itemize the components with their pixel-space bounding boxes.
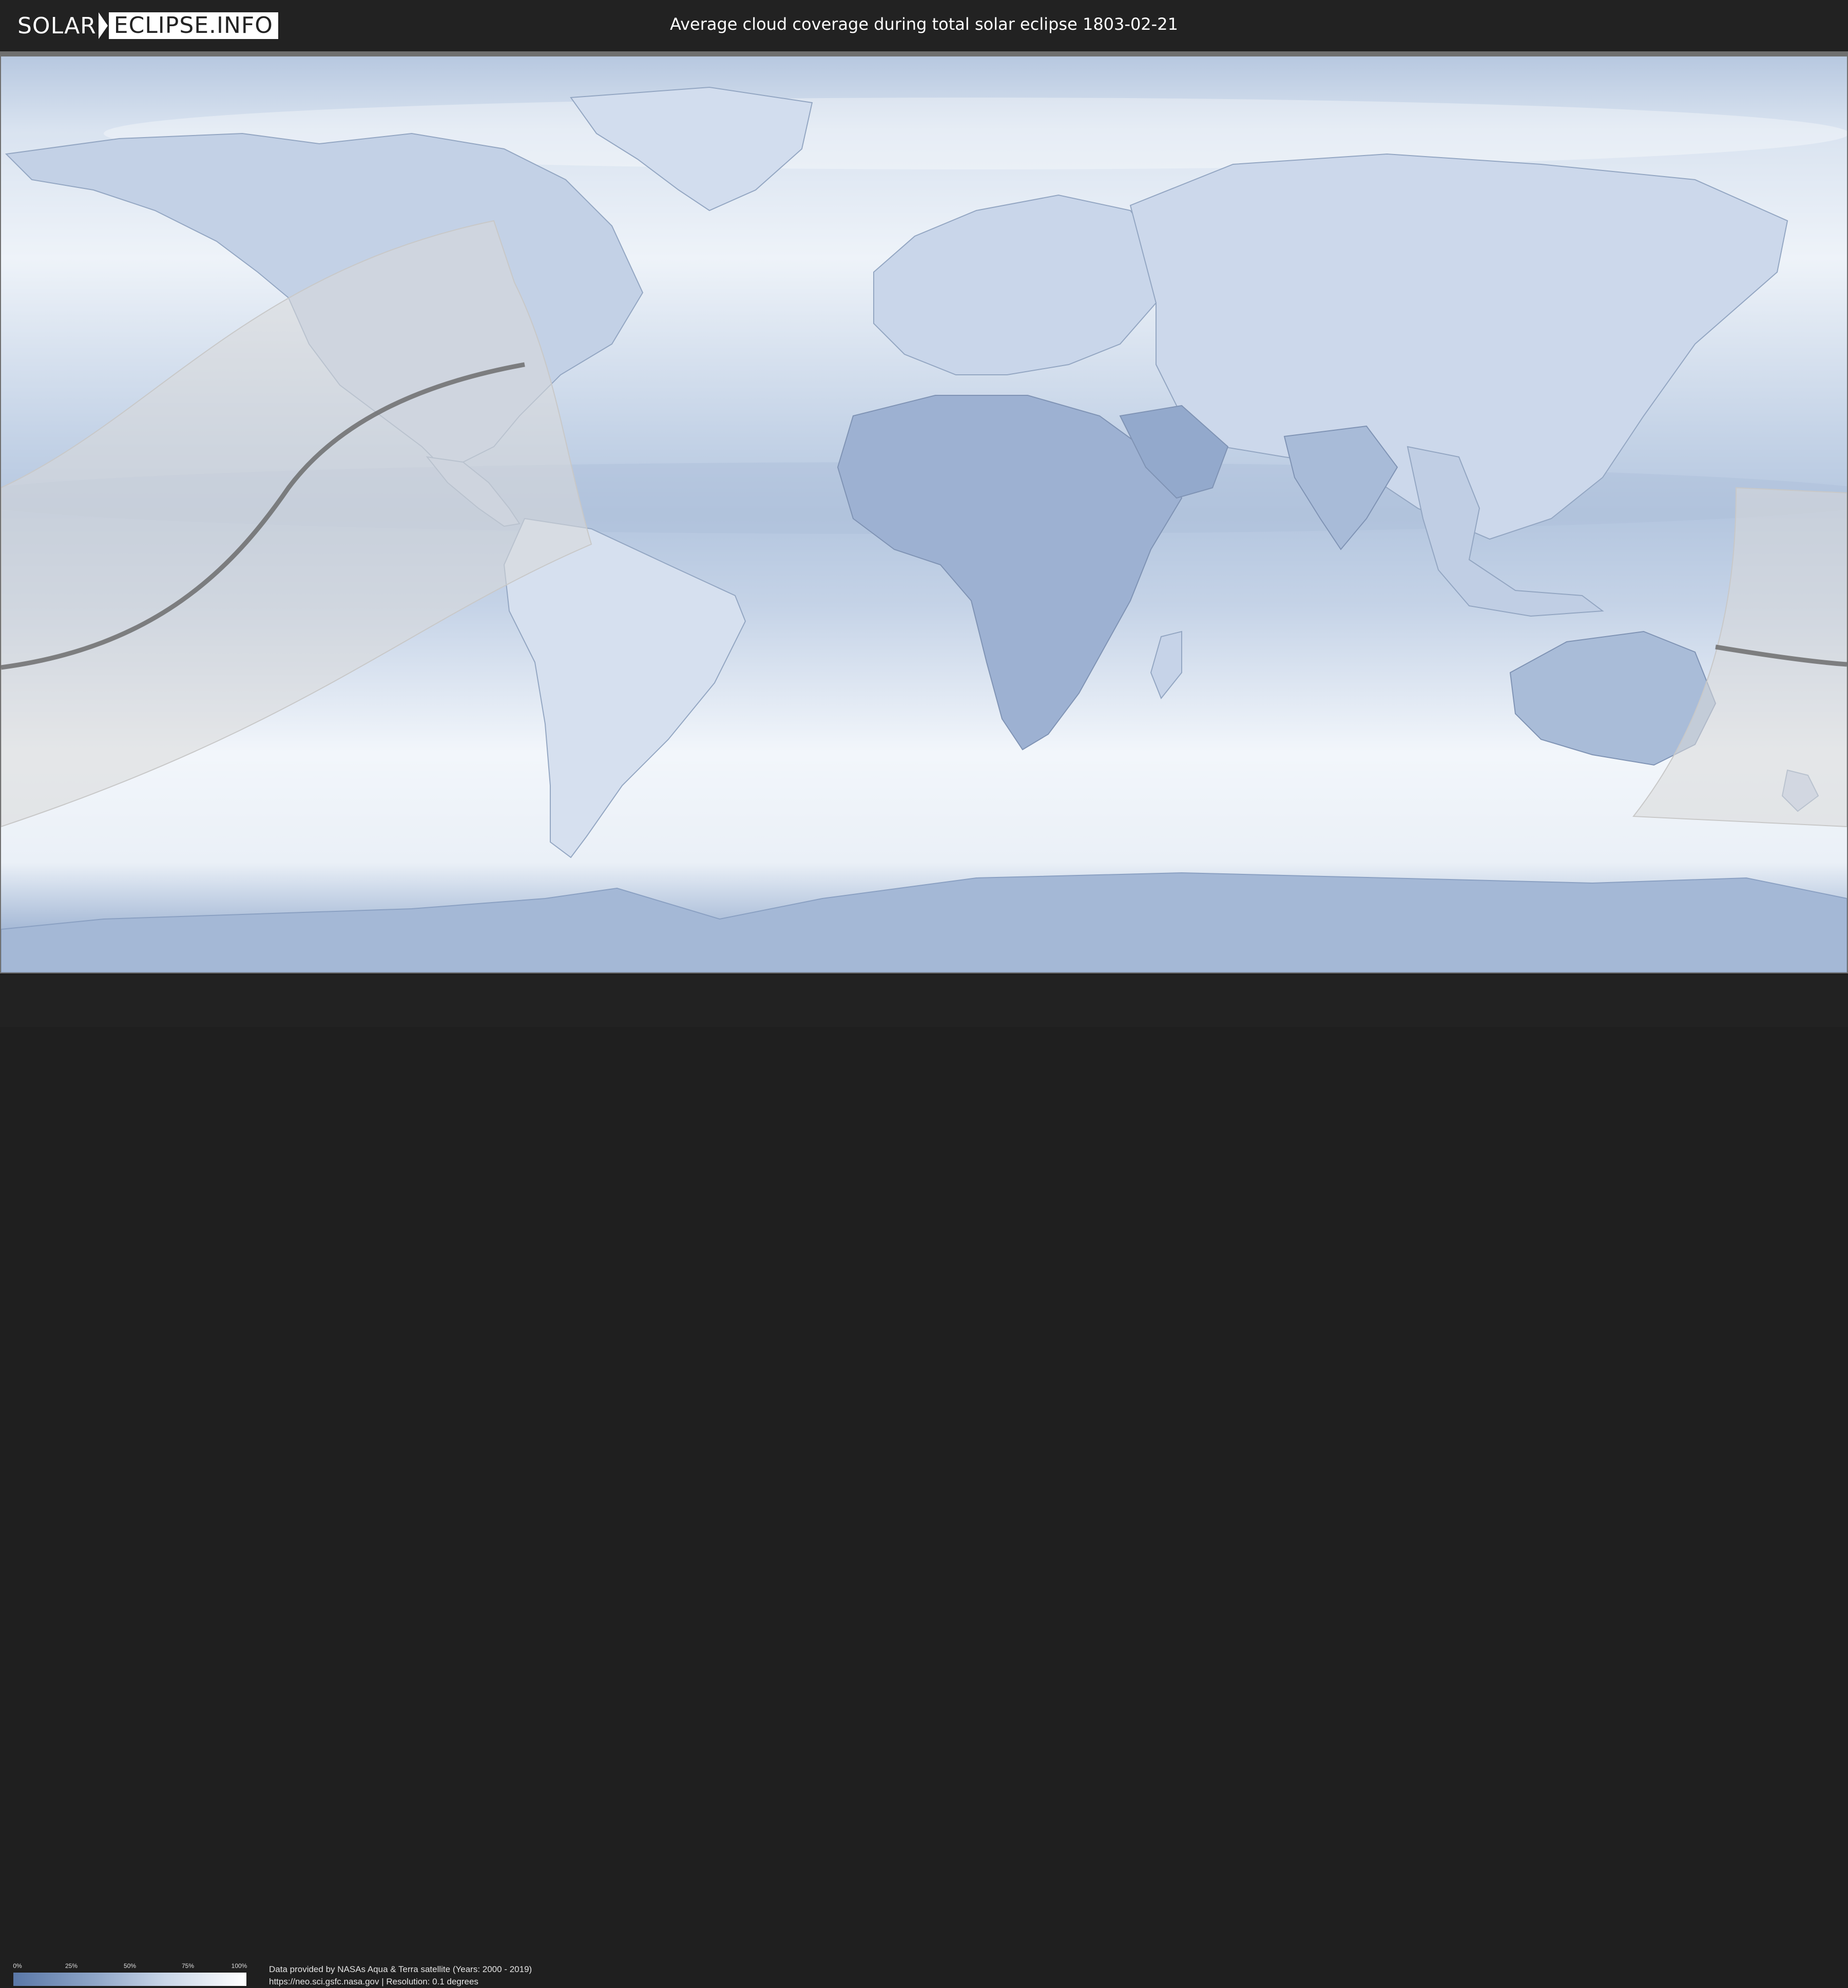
legend-tick-100: 100% <box>231 1962 247 1970</box>
legend-tick-25: 25% <box>65 1962 78 1970</box>
header-bar: SOLAR ECLIPSE.INFO Average cloud coverag… <box>0 0 1848 51</box>
legend-tick-0: 0% <box>13 1962 22 1970</box>
data-credits: Data provided by NASAs Aqua & Terra sate… <box>269 1963 532 1988</box>
credit-line-source: Data provided by NASAs Aqua & Terra sate… <box>269 1964 532 1974</box>
page-title: Average cloud coverage during total sola… <box>670 14 1178 34</box>
legend-tick-50: 50% <box>123 1962 137 1970</box>
cloud-coverage-map <box>1 56 1847 972</box>
map-frame <box>0 51 1848 973</box>
credit-line-url: https://neo.sci.gsfc.nasa.gov | Resoluti… <box>269 1977 478 1986</box>
legend-tick-75: 75% <box>181 1962 195 1970</box>
footer-bar: 0% 25% 50% 75% 100% Data provided by NAS… <box>0 976 1848 1986</box>
legend-color-bar <box>13 1973 246 1986</box>
